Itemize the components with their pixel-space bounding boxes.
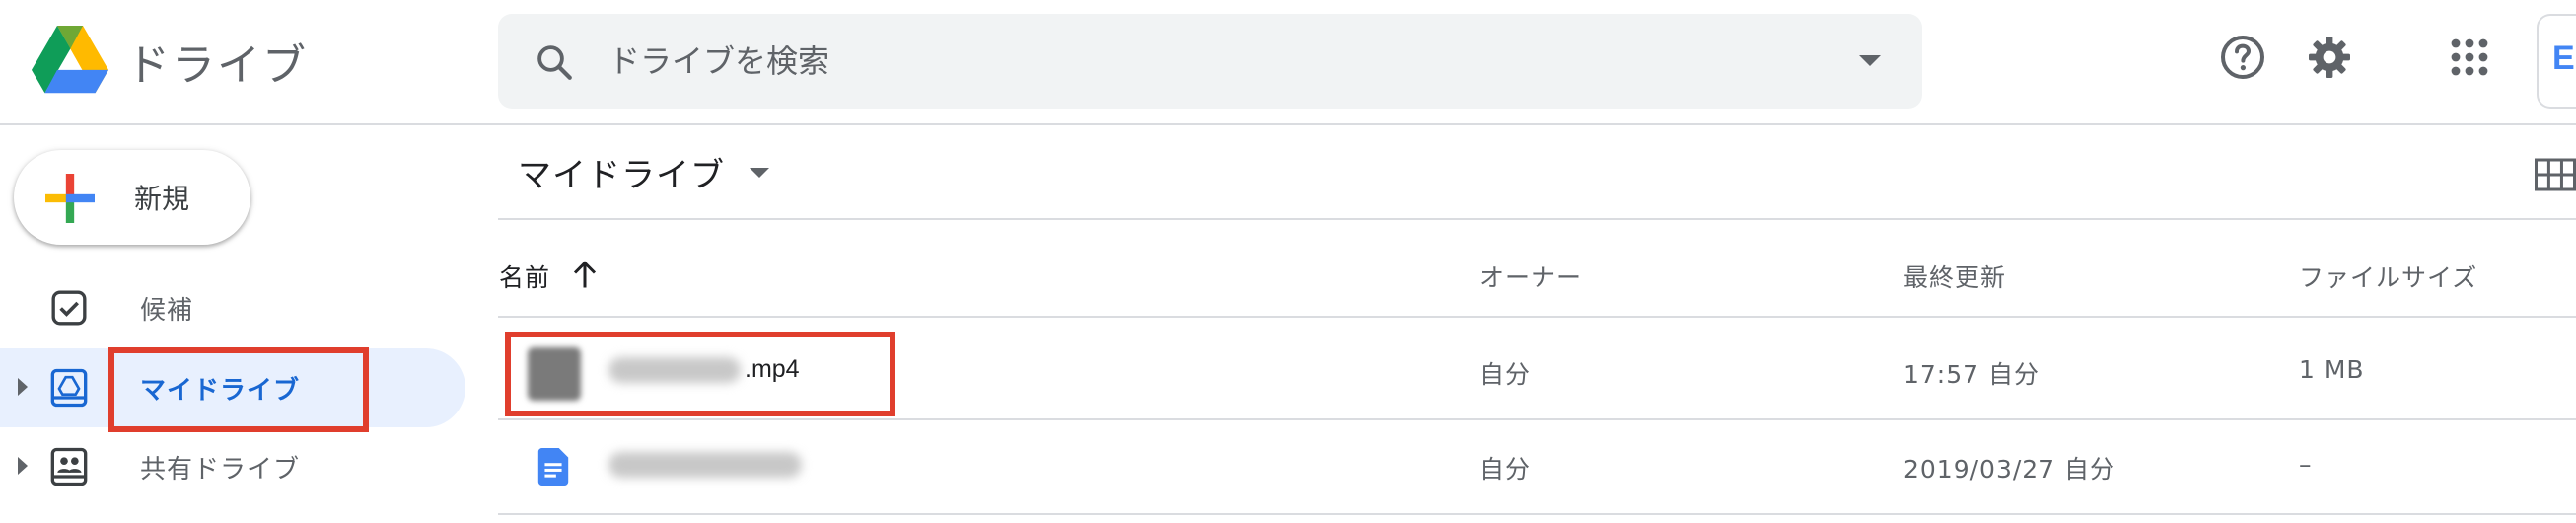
my-drive-icon — [50, 368, 88, 408]
sidebar-item-shared-drives[interactable]: 共有ドライブ — [0, 427, 465, 506]
owner-cell: 自分 — [1479, 360, 1532, 389]
top-bar: ドライブ E — [0, 0, 2576, 125]
folder-title[interactable]: マイドライブ — [518, 148, 725, 196]
column-header-last-modified[interactable]: 最終更新 — [1903, 259, 2006, 294]
grid-view-icon[interactable] — [2535, 158, 2576, 191]
folder-menu-caret-icon[interactable] — [750, 168, 769, 178]
google-docs-icon — [537, 448, 569, 486]
column-header-name[interactable]: 名前 — [499, 259, 550, 294]
file-row[interactable]: 自分 2019/03/27 自分 – — [498, 420, 2576, 513]
suggested-icon — [51, 290, 87, 326]
sort-ascending-arrow-icon[interactable] — [572, 261, 598, 290]
owner-cell: 自分 — [1479, 455, 1532, 484]
help-icon[interactable] — [2219, 34, 2266, 81]
settings-gear-icon[interactable] — [2306, 34, 2353, 81]
search-icon[interactable] — [534, 41, 575, 83]
modified-cell: 17:57 自分 — [1903, 360, 2039, 389]
blurred-file-name — [608, 452, 802, 478]
new-button-label: 新規 — [134, 183, 190, 215]
size-cell: 1 MB — [2299, 355, 2365, 384]
size-cell: – — [2299, 450, 2313, 479]
sidebar-item-label: 共有ドライブ — [140, 455, 301, 485]
sidebar-item-label: 候補 — [140, 296, 194, 326]
divider — [498, 316, 2576, 318]
column-header-file-size[interactable]: ファイルサイズ — [2299, 259, 2477, 294]
app-title[interactable]: ドライブ — [126, 30, 308, 93]
search-input[interactable] — [608, 14, 1772, 109]
search-options-dropdown-icon[interactable] — [1859, 55, 1881, 66]
plus-icon — [45, 174, 95, 223]
shared-drives-icon — [50, 447, 88, 486]
divider — [498, 218, 2576, 220]
divider — [498, 513, 2576, 515]
search-bar[interactable] — [498, 14, 1922, 109]
annotation-highlight-box — [505, 332, 895, 416]
expand-arrow-icon[interactable] — [18, 378, 28, 396]
expand-arrow-icon[interactable] — [18, 457, 28, 475]
column-header-owner: オーナー — [1479, 263, 1583, 292]
sidebar-item-suggested[interactable]: 候補 — [0, 268, 465, 347]
account-switcher[interactable]: E — [2537, 14, 2576, 109]
apps-grid-icon[interactable] — [2446, 34, 2493, 81]
new-button[interactable]: 新規 — [14, 150, 250, 245]
modified-cell: 2019/03/27 自分 — [1903, 455, 2116, 484]
drive-logo-icon[interactable] — [30, 26, 110, 95]
account-initial: E — [2552, 39, 2575, 77]
annotation-highlight-box — [108, 347, 369, 432]
